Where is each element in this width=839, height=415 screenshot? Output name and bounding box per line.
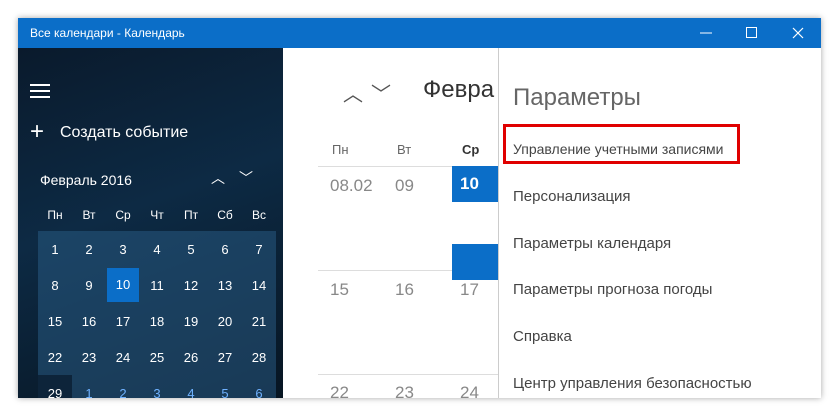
chevron-up-icon[interactable]: ︿: [204, 168, 232, 188]
settings-item-help[interactable]: Справка: [513, 328, 572, 345]
month-title: Февра: [423, 76, 495, 103]
mini-calendar-day[interactable]: 29: [38, 375, 72, 398]
mini-calendar-day[interactable]: 1: [38, 231, 72, 267]
weekday-label: Чт: [150, 208, 164, 222]
mini-calendar-day[interactable]: 18: [140, 303, 174, 339]
mini-calendar-day[interactable]: 5: [174, 231, 208, 267]
mini-calendar-day[interactable]: 6: [208, 231, 242, 267]
chevron-up-icon[interactable]: ︿: [339, 78, 367, 107]
day-cell[interactable]: 16: [395, 280, 414, 300]
mini-calendar-day[interactable]: 26: [174, 339, 208, 375]
window-title: Все календари - Календарь: [30, 26, 185, 40]
mini-calendar-day[interactable]: 5: [208, 375, 242, 399]
weekday-label: Сб: [217, 208, 233, 222]
mini-calendar-day[interactable]: 14: [242, 267, 276, 303]
mini-calendar-day[interactable]: 16: [72, 303, 106, 339]
calendar-window: Все календари - Календарь + Создать собы…: [18, 18, 821, 398]
settings-item-calendar[interactable]: Параметры календаря: [513, 235, 671, 252]
day-cell[interactable]: 08.02: [330, 176, 373, 196]
title-bar: Все календари - Календарь: [18, 18, 821, 48]
mini-calendar-day[interactable]: 13: [208, 267, 242, 303]
chevron-down-icon[interactable]: ﹀: [232, 168, 260, 188]
plus-icon: +: [30, 118, 45, 145]
weekday-label: Вс: [251, 208, 266, 222]
mini-calendar-day[interactable]: 20: [208, 303, 242, 339]
maximize-button[interactable]: [729, 18, 775, 48]
month-view: ︿ ﹀ Февра Пн Вт Ср 08.02 09 10 15 16 17 2…: [283, 48, 498, 398]
day-cell[interactable]: 22: [330, 383, 349, 398]
day-cell[interactable]: 15: [330, 280, 349, 300]
mini-calendar-day[interactable]: 24: [106, 339, 140, 375]
mini-calendar: Пн Вт Ср Чт Пт Сб Вс 1 2 3 4 5 6 7 8 9 10 11 12 13 14 15 16 17…: [38, 199, 276, 398]
mini-calendar-day[interactable]: 21: [242, 303, 276, 339]
day-header-tue: Вт: [397, 142, 412, 157]
mini-calendar-day[interactable]: 6: [242, 375, 276, 399]
mini-calendar-today: 10: [107, 268, 139, 302]
mini-calendar-day[interactable]: 2: [106, 375, 140, 399]
hamburger-menu-icon[interactable]: [30, 84, 50, 98]
mini-calendar-day[interactable]: 19: [174, 303, 208, 339]
day-cell[interactable]: 24: [460, 383, 479, 398]
minimize-button[interactable]: [683, 18, 729, 48]
mini-calendar-day[interactable]: 3: [106, 231, 140, 267]
chevron-down-icon[interactable]: ﹀: [367, 78, 395, 107]
weekday-label: Вт: [82, 208, 96, 222]
day-header-mon: Пн: [332, 142, 349, 157]
settings-item-weather[interactable]: Параметры прогноза погоды: [513, 281, 712, 298]
settings-item-trust-center[interactable]: Центр управления безопасностью: [513, 375, 752, 392]
mini-calendar-day[interactable]: 15: [38, 303, 72, 339]
weekday-label: Пн: [47, 208, 63, 222]
mini-calendar-day[interactable]: 17: [106, 303, 140, 339]
day-cell[interactable]: 09: [395, 176, 414, 196]
create-event-label: Создать событие: [60, 124, 189, 141]
today-cell[interactable]: 10: [452, 166, 498, 202]
minimize-icon: [700, 32, 712, 34]
settings-item-personalization[interactable]: Персонализация: [513, 188, 631, 205]
mini-calendar-day[interactable]: 28: [242, 339, 276, 375]
day-header-wed: Ср: [462, 142, 480, 157]
mini-calendar-day[interactable]: 1: [72, 375, 106, 399]
day-cell[interactable]: 17: [460, 280, 479, 300]
close-icon: [792, 27, 804, 39]
mini-calendar-day[interactable]: 22: [38, 339, 72, 375]
mini-calendar-day[interactable]: 11: [140, 267, 174, 303]
settings-title: Параметры: [513, 84, 641, 111]
mini-calendar-day[interactable]: 10: [106, 267, 140, 303]
mini-calendar-month[interactable]: Февраль 2016: [40, 172, 132, 188]
maximize-icon: [746, 27, 757, 38]
mini-calendar-day[interactable]: 25: [140, 339, 174, 375]
settings-item-accounts[interactable]: Управление учетными записями: [513, 141, 724, 157]
close-button[interactable]: [775, 18, 821, 48]
mini-calendar-day[interactable]: 7: [242, 231, 276, 267]
create-event-button[interactable]: + Создать событие: [30, 118, 189, 145]
settings-panel: Параметры Управление учетными записями П…: [498, 48, 821, 398]
mini-calendar-day[interactable]: 3: [140, 375, 174, 399]
mini-calendar-day[interactable]: 2: [72, 231, 106, 267]
mini-calendar-day[interactable]: 23: [72, 339, 106, 375]
mini-calendar-day[interactable]: 27: [208, 339, 242, 375]
sidebar: + Создать событие Февраль 2016 ︿ ﹀ Пн Вт Ср…: [18, 48, 283, 398]
mini-calendar-day[interactable]: 12: [174, 267, 208, 303]
weekday-label: Пт: [183, 208, 199, 222]
mini-calendar-day[interactable]: 9: [72, 267, 106, 303]
weekday-label: Ср: [115, 208, 131, 222]
day-cell[interactable]: 23: [395, 383, 414, 398]
event-block[interactable]: [452, 244, 498, 280]
mini-calendar-day[interactable]: 4: [174, 375, 208, 399]
mini-calendar-day[interactable]: 8: [38, 267, 72, 303]
mini-calendar-day[interactable]: 4: [140, 231, 174, 267]
